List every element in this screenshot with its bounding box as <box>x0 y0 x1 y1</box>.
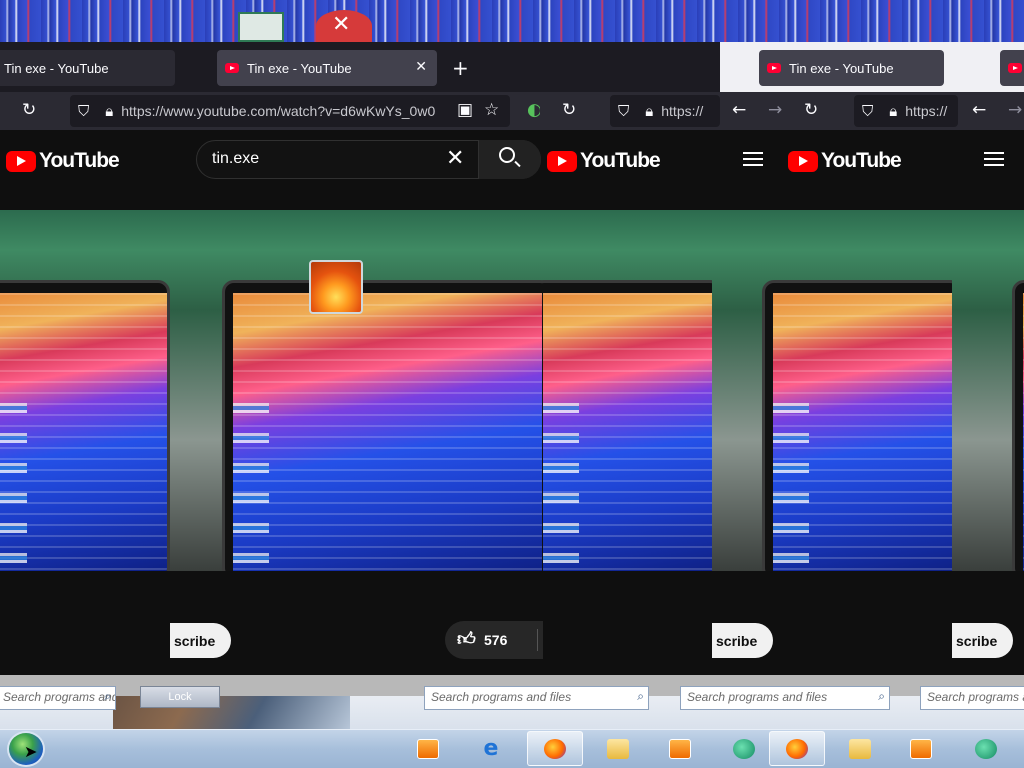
divider <box>537 629 538 651</box>
url-bar[interactable]: ⛉ 🔒︎ https:// <box>610 95 720 127</box>
tab-title: Tin exe - YouTube <box>789 60 894 76</box>
lock-icon: 🔒︎ <box>645 102 654 120</box>
reload-icon[interactable]: ↻ <box>562 100 576 120</box>
lock-icon: 🔒︎ <box>889 102 898 120</box>
youtube-play-icon <box>547 150 577 172</box>
start-search-input[interactable]: Search programs and files⌕ <box>680 686 890 710</box>
search-icon <box>499 147 515 163</box>
youtube-logo[interactable]: YouTube <box>788 149 902 173</box>
video-player[interactable] <box>0 190 170 571</box>
media-player-icon[interactable] <box>400 731 456 766</box>
tab-strip-2: Tin exe - YouTube <box>720 42 1024 92</box>
shield-icon: ⛉ <box>618 102 630 120</box>
new-tab-button[interactable]: + <box>452 56 469 80</box>
close-tab-icon[interactable]: ✕ <box>415 59 427 75</box>
start-search-input[interactable]: Search programs and files <box>920 686 1024 710</box>
search-button[interactable] <box>478 140 541 179</box>
like-button[interactable]: 👍︎ 576 <box>445 621 543 659</box>
reload-icon[interactable]: ↻ <box>804 100 818 120</box>
clear-search-icon[interactable]: ✕ <box>446 146 464 171</box>
nav-bar-3: ← → ↻ ⛉ 🔒︎ https:// ← → <box>720 92 1024 130</box>
lock-icon: 🔒︎ <box>105 102 114 120</box>
forward-icon[interactable]: → <box>768 100 782 120</box>
shield-icon: ⛉ <box>862 102 874 120</box>
shield-icon: ⛉ <box>78 102 90 120</box>
nav-bar-2: ↻ ⛉ 🔒︎ https:// <box>540 92 720 130</box>
messenger-icon[interactable] <box>958 731 1014 766</box>
glitch-band <box>0 0 1024 42</box>
youtube-play-icon <box>6 150 36 172</box>
lock-button[interactable]: Lock <box>140 686 220 708</box>
search-query[interactable]: tin.exe <box>212 150 259 168</box>
mouse-pointer-icon: ➤ <box>24 742 38 761</box>
tab[interactable] <box>1000 50 1024 86</box>
user-picture-icon <box>309 260 363 314</box>
picture-in-picture-icon[interactable]: ▣ <box>457 100 473 120</box>
url-text: https:// <box>905 103 948 119</box>
subscribe-button[interactable]: scribe <box>712 623 774 658</box>
back-icon[interactable]: ← <box>972 100 986 120</box>
nav-bar: ↻ ⛉ 🔒︎ https://www.youtube.com/watch?v=d… <box>0 92 542 130</box>
video-player[interactable] <box>542 190 712 571</box>
forward-icon[interactable]: → <box>1008 100 1022 120</box>
video-player[interactable] <box>712 190 952 571</box>
tab[interactable]: Tin exe - YouTube <box>0 50 175 86</box>
tab-title: Tin exe - YouTube <box>247 60 352 76</box>
subscribe-button[interactable]: scribe <box>952 623 1014 658</box>
search-icon: ⌕ <box>637 689 644 703</box>
thumbs-up-icon: 👍︎ <box>457 629 476 650</box>
video-player[interactable] <box>952 190 1024 571</box>
menu-icon[interactable] <box>743 152 763 166</box>
back-icon[interactable]: ← <box>732 100 746 120</box>
reload-icon[interactable]: ↻ <box>22 100 36 120</box>
firefox-icon[interactable] <box>527 731 583 766</box>
subscribe-button[interactable]: scribe <box>170 623 232 658</box>
youtube-logo[interactable]: YouTube <box>547 149 661 173</box>
url-bar[interactable]: ⛉ 🔒︎ https:// <box>854 95 958 127</box>
start-search-input[interactable]: Search programs and files⌕ <box>0 686 116 710</box>
media-player-icon[interactable] <box>652 731 708 766</box>
explorer-folder-icon[interactable] <box>832 731 888 766</box>
explorer-folder-icon[interactable] <box>590 731 646 766</box>
video-player[interactable] <box>170 190 542 571</box>
tab-strip: Tin exe - YouTube Tin exe - YouTube ✕ + <box>0 42 720 92</box>
search-icon: ⌕ <box>104 689 111 703</box>
tab[interactable]: Tin exe - YouTube <box>759 50 944 86</box>
error-icon <box>316 10 372 42</box>
start-search-input[interactable]: Search programs and files⌕ <box>424 686 649 710</box>
messenger-icon[interactable] <box>716 731 772 766</box>
url-text: https://www.youtube.com/watch?v=d6wKwYs_… <box>121 103 436 119</box>
bookmark-star-icon[interactable]: ☆ <box>484 100 499 120</box>
tab-active[interactable]: Tin exe - YouTube ✕ <box>217 50 437 86</box>
like-count: 576 <box>484 632 508 648</box>
youtube-favicon-icon <box>1008 63 1022 73</box>
media-player-icon[interactable] <box>893 731 949 766</box>
url-bar[interactable]: ⛉ 🔒︎ https://www.youtube.com/watch?v=d6w… <box>70 95 510 127</box>
url-text: https:// <box>661 103 704 119</box>
internet-explorer-icon[interactable]: e <box>463 731 519 766</box>
youtube-play-icon <box>788 150 818 172</box>
youtube-logo[interactable]: YouTube <box>6 149 120 173</box>
tab-title: Tin exe - YouTube <box>4 60 109 76</box>
desktop-icon-glitched <box>238 12 284 42</box>
menu-icon[interactable] <box>984 152 1004 166</box>
youtube-favicon-icon <box>225 63 239 73</box>
youtube-favicon-icon <box>767 63 781 73</box>
firefox-icon[interactable] <box>769 731 825 766</box>
search-icon: ⌕ <box>878 689 885 703</box>
